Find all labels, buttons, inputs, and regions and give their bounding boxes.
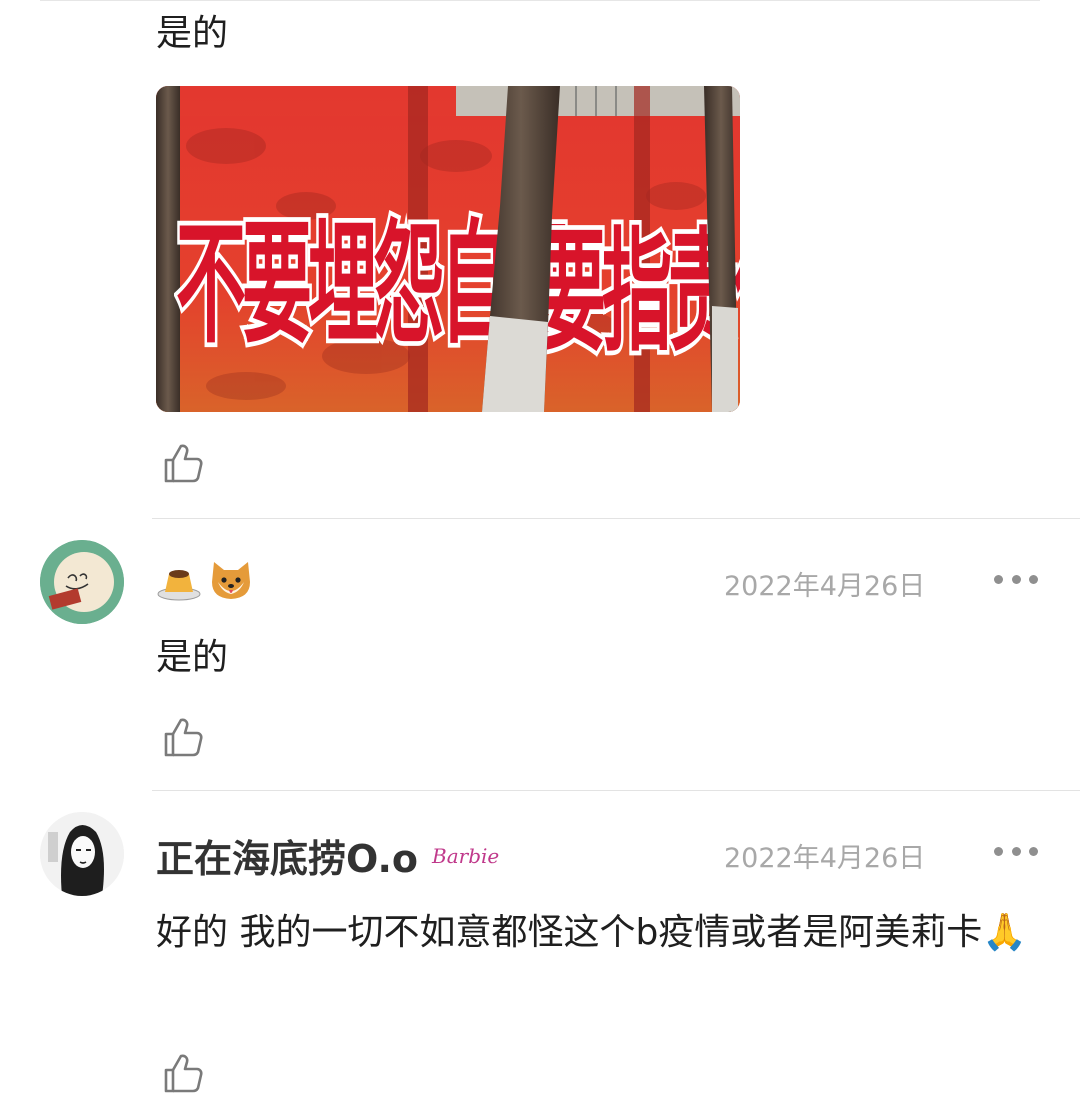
comment-text: 是的 (156, 13, 229, 54)
comment-divider (152, 790, 1080, 791)
comment-divider (152, 518, 1080, 519)
custard-pudding-emoji (156, 556, 202, 602)
username[interactable] (156, 556, 254, 602)
username[interactable]: 正在海底捞O.o Barbie (156, 828, 499, 883)
avatar[interactable] (40, 812, 124, 896)
comment-date: 2022年4月26日 (724, 571, 926, 602)
like-icon[interactable] (158, 712, 208, 762)
comment-date: 2022年4月26日 (724, 843, 926, 874)
tree-trunks (482, 86, 738, 412)
top-divider (40, 0, 1040, 1)
username-text: 正在海底捞O.o (156, 837, 419, 881)
more-options-icon[interactable] (994, 841, 1038, 861)
like-icon[interactable] (158, 1048, 208, 1098)
shiba-dog-emoji (208, 556, 254, 602)
more-options-icon[interactable] (994, 569, 1038, 589)
comment-text: 是的 (156, 637, 229, 678)
comment-image[interactable]: 不要埋怨自己 要指责他人 (156, 86, 740, 412)
comment-text: 好的 我的一切不如意都怪这个b疫情或者是阿美莉卡🙏 (156, 912, 1028, 953)
barbie-badge: Barbie (432, 843, 500, 868)
avatar[interactable] (40, 540, 124, 624)
like-icon[interactable] (158, 438, 208, 488)
